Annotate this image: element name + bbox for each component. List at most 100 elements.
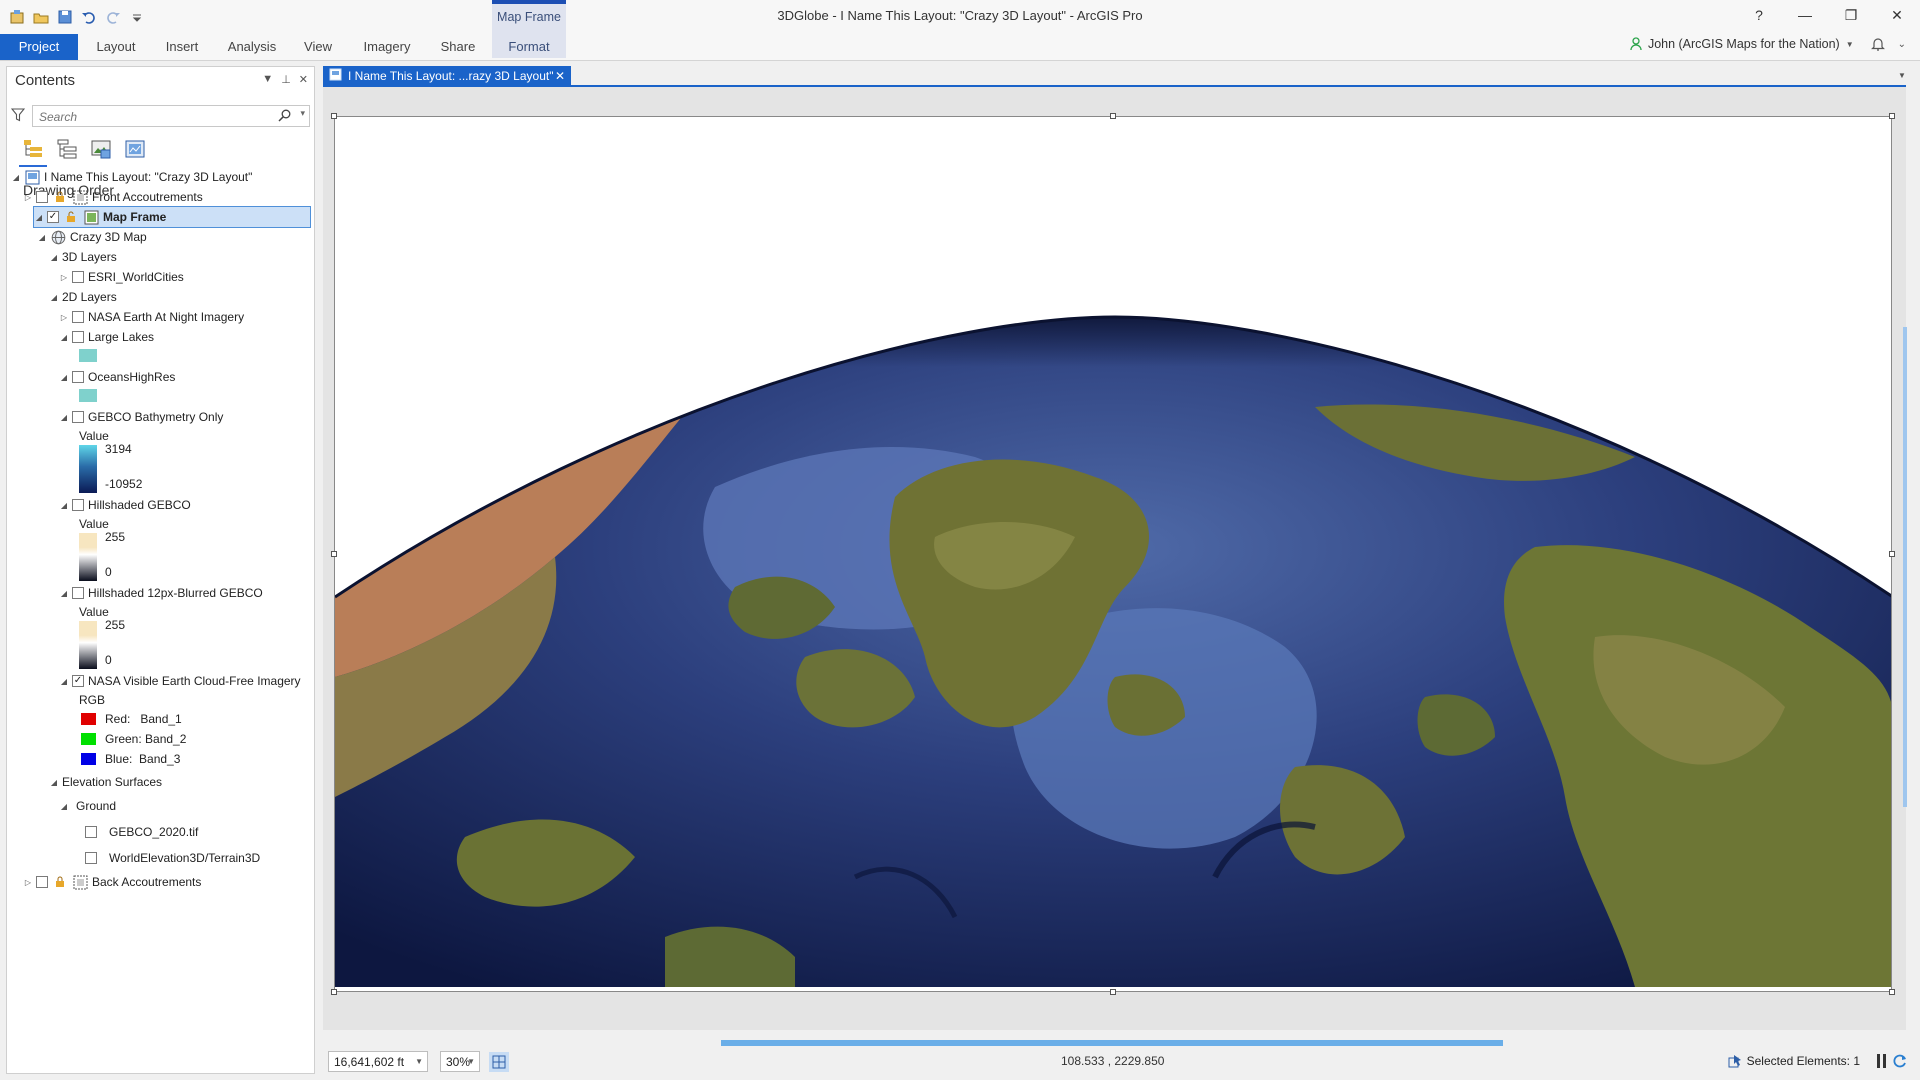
horizontal-scrollbar[interactable] — [323, 1038, 1893, 1048]
visibility-checkbox[interactable] — [72, 271, 84, 283]
blur-color-ramp[interactable] — [79, 621, 97, 669]
tree-row-back-accoutrements[interactable]: ▷ Back Accoutrements — [23, 871, 201, 893]
layout-document-tab[interactable]: I Name This Layout: ...razy 3D Layout" ✕ — [323, 66, 571, 86]
large-lakes-swatch[interactable] — [79, 349, 97, 362]
tree-row-crazy-3d-map[interactable]: ◢ Crazy 3D Map — [37, 226, 147, 248]
collapse-icon[interactable]: ◢ — [34, 213, 44, 222]
visibility-checkbox[interactable]: ✓ — [72, 675, 84, 687]
lock-icon[interactable] — [52, 874, 68, 890]
green-band-swatch[interactable] — [81, 733, 96, 745]
user-account[interactable]: John (ArcGIS Maps for the Nation) ▼ ⌄ — [1630, 36, 1906, 52]
tree-row-2d-layers[interactable]: ◢ 2D Layers — [49, 286, 117, 308]
tree-row-map-frame[interactable]: ◢ ✓ Map Frame — [33, 206, 311, 228]
tree-row-front-accoutrements[interactable]: ▷ Front Accoutrements — [23, 186, 203, 208]
close-button[interactable]: ✕ — [1874, 0, 1920, 30]
pane-menu-icon[interactable]: ▼ — [262, 73, 273, 86]
lock-icon[interactable] — [52, 189, 68, 205]
collapse-icon[interactable]: ◢ — [37, 233, 47, 242]
open-project-icon[interactable] — [32, 8, 50, 26]
oceans-swatch[interactable] — [79, 389, 97, 402]
restore-button[interactable]: ❐ — [1828, 0, 1874, 30]
expand-icon[interactable]: ▷ — [59, 273, 69, 282]
tab-analysis[interactable]: Analysis — [220, 34, 284, 60]
tree-row-ground[interactable]: ◢ Ground — [59, 795, 116, 817]
snapping-toggle-icon[interactable] — [489, 1052, 509, 1072]
save-icon[interactable] — [56, 8, 74, 26]
collapse-icon[interactable]: ◢ — [59, 677, 69, 686]
tree-row-nasa-visible[interactable]: ◢ ✓ NASA Visible Earth Cloud-Free Imager… — [59, 670, 301, 692]
resize-handle-n[interactable] — [1110, 113, 1116, 119]
list-by-selection-icon[interactable] — [89, 137, 113, 161]
help-button[interactable]: ? — [1736, 0, 1782, 30]
tab-imagery[interactable]: Imagery — [352, 34, 422, 60]
minimize-button[interactable]: — — [1782, 0, 1828, 30]
collapse-icon[interactable]: ◢ — [59, 413, 69, 422]
tab-share[interactable]: Share — [432, 34, 484, 60]
resize-handle-se[interactable] — [1889, 989, 1895, 995]
scale-dropdown-icon[interactable]: ▼ — [415, 1057, 423, 1066]
tree-row-oceans[interactable]: ◢ OceansHighRes — [59, 366, 175, 388]
search-input[interactable] — [37, 107, 271, 127]
visibility-checkbox[interactable] — [72, 371, 84, 383]
visibility-checkbox[interactable] — [72, 311, 84, 323]
tree-row-nasa-night[interactable]: ▷ NASA Earth At Night Imagery — [59, 306, 244, 328]
tab-list-dropdown-icon[interactable]: ▼ — [1898, 71, 1906, 80]
tab-project[interactable]: Project — [0, 34, 78, 60]
horizontal-scroll-thumb[interactable] — [721, 1040, 1503, 1046]
gebco-color-ramp[interactable] — [79, 445, 97, 493]
visibility-checkbox[interactable]: ✓ — [47, 211, 59, 223]
layout-tab-close-icon[interactable]: ✕ — [555, 69, 565, 83]
resize-handle-nw[interactable] — [331, 113, 337, 119]
collapse-icon[interactable]: ◢ — [59, 802, 69, 811]
pin-icon[interactable]: ⊥ — [281, 73, 291, 86]
resize-handle-sw[interactable] — [331, 989, 337, 995]
zoom-selector[interactable]: 30% ▼ — [440, 1051, 480, 1072]
tree-row-layout[interactable]: ◢ I Name This Layout: "Crazy 3D Layout" — [11, 166, 252, 188]
search-icon[interactable] — [278, 109, 291, 125]
vertical-scrollbar[interactable] — [1900, 87, 1910, 1030]
tab-layout[interactable]: Layout — [88, 34, 144, 60]
layout-page[interactable] — [334, 116, 1892, 992]
collapse-icon[interactable]: ◢ — [49, 778, 59, 787]
collapse-icon[interactable]: ◢ — [59, 333, 69, 342]
resize-handle-ne[interactable] — [1889, 113, 1895, 119]
tab-format[interactable]: Format — [492, 36, 566, 58]
collapse-icon[interactable]: ◢ — [11, 173, 21, 182]
tree-row-hillshaded-blurred[interactable]: ◢ Hillshaded 12px-Blurred GEBCO — [59, 582, 263, 604]
collapse-icon[interactable]: ◢ — [59, 589, 69, 598]
ribbon-collapse-icon[interactable]: ⌄ — [1898, 39, 1906, 50]
visibility-checkbox[interactable] — [72, 499, 84, 511]
tree-row-esri-worldcities[interactable]: ▷ ESRI_WorldCities — [59, 266, 184, 288]
tree-row-elevation-surfaces[interactable]: ◢ Elevation Surfaces — [49, 771, 162, 793]
visibility-checkbox[interactable] — [72, 587, 84, 599]
customize-toolbar-icon[interactable] — [128, 8, 146, 26]
collapse-icon[interactable]: ◢ — [59, 373, 69, 382]
notifications-bell-icon[interactable] — [1870, 36, 1886, 52]
blue-band-swatch[interactable] — [81, 753, 96, 765]
tab-view[interactable]: View — [294, 34, 342, 60]
expand-icon[interactable]: ▷ — [59, 313, 69, 322]
expand-icon[interactable]: ▷ — [23, 193, 33, 202]
red-band-swatch[interactable] — [81, 713, 96, 725]
tree-row-gebco-tif[interactable]: GEBCO_2020.tif — [85, 821, 198, 843]
visibility-checkbox[interactable] — [85, 826, 97, 838]
pane-close-icon[interactable]: ✕ — [299, 73, 308, 86]
filter-icon[interactable] — [10, 108, 26, 125]
list-by-source-icon[interactable] — [55, 137, 79, 161]
hillshaded-color-ramp[interactable] — [79, 533, 97, 581]
tree-row-large-lakes[interactable]: ◢ Large Lakes — [59, 326, 154, 348]
drawing-order-view-icon[interactable] — [19, 137, 47, 167]
expand-icon[interactable]: ▷ — [23, 878, 33, 887]
visibility-checkbox[interactable] — [36, 191, 48, 203]
resize-handle-w[interactable] — [331, 551, 337, 557]
scale-selector[interactable]: 16,641,602 ft ▼ — [328, 1051, 428, 1072]
collapse-icon[interactable]: ◢ — [49, 253, 59, 262]
vertical-scroll-thumb[interactable] — [1903, 327, 1907, 807]
visibility-checkbox[interactable] — [72, 411, 84, 423]
refresh-icon[interactable] — [1892, 1053, 1908, 1072]
undo-icon[interactable] — [80, 8, 98, 26]
list-by-snapping-icon[interactable] — [123, 137, 147, 161]
search-options-icon[interactable]: ▾ — [300, 108, 305, 119]
tree-row-3d-layers[interactable]: ◢ 3D Layers — [49, 246, 117, 268]
lock-icon[interactable] — [63, 209, 79, 225]
